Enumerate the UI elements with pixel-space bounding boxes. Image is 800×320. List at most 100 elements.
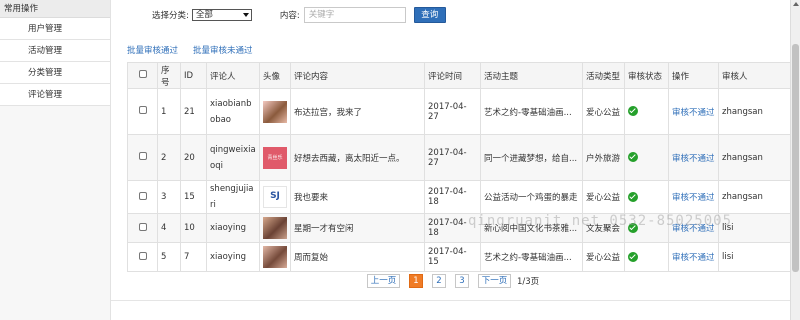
cell-no: 5 — [157, 242, 181, 272]
page-button-1[interactable]: 1 — [409, 274, 423, 288]
cell-theme: 新心阅中国文化书茶雅... — [480, 213, 583, 243]
scroll-thumb[interactable] — [792, 44, 799, 272]
cell-commenter: xiaobianbobao — [206, 88, 260, 135]
cell-commenter: xiaoying — [206, 213, 260, 243]
row-checkbox-cell — [127, 213, 158, 243]
cell-content: 周而复始 — [290, 242, 425, 272]
batch-reject-link[interactable]: 批量审核未通过 — [193, 44, 253, 56]
category-select[interactable]: 全部 — [191, 9, 252, 21]
cell-type: 文友聚会 — [582, 213, 625, 243]
avatar — [263, 217, 287, 239]
cell-action: 审核不通过 — [668, 242, 719, 272]
category-select-value: 全部 — [195, 10, 213, 20]
row-checkbox[interactable] — [138, 106, 147, 114]
vertical-scrollbar[interactable] — [790, 0, 800, 320]
row-checkbox[interactable] — [138, 191, 147, 200]
avatar: 青丝乐 — [263, 146, 287, 169]
comments-table: 序号 ID 评论人 头像 评论内容 评论时间 活动主题 活动类型 审核状态 操作… — [127, 62, 791, 272]
check-circle-icon — [628, 106, 638, 117]
table-row: 1 21 xiaobianbobao 布达拉宫，我来了 2017-04-27 艺… — [127, 88, 791, 135]
check-circle-icon — [628, 251, 638, 262]
row-checkbox[interactable] — [138, 222, 147, 231]
select-all-cell — [127, 62, 158, 89]
page-button-3[interactable]: 3 — [455, 274, 469, 288]
check-circle-icon — [628, 152, 638, 163]
cell-avatar: 青丝乐 — [259, 134, 291, 181]
cell-theme: 艺术之约-零基础油画... — [480, 88, 583, 135]
row-checkbox[interactable] — [138, 251, 147, 260]
avatar — [263, 246, 287, 268]
cell-status — [624, 180, 669, 214]
cell-id: 10 — [180, 213, 207, 243]
avatar: SJ — [263, 186, 287, 208]
prev-page-button[interactable]: 上一页 — [367, 274, 400, 288]
reject-link[interactable]: 审核不通过 — [672, 253, 715, 263]
col-header-time: 评论时间 — [424, 62, 481, 89]
page-button-2[interactable]: 2 — [432, 274, 446, 288]
cell-reviewer: zhangsan — [718, 134, 791, 181]
keyword-input[interactable] — [303, 7, 406, 23]
cell-id: 15 — [180, 180, 207, 214]
cell-no: 2 — [157, 134, 181, 181]
caret-down-icon — [242, 13, 249, 17]
cell-avatar — [259, 213, 291, 243]
commenter-name: xiaoying — [210, 252, 246, 262]
cell-status — [624, 88, 669, 135]
reject-link[interactable]: 审核不通过 — [672, 224, 715, 234]
query-button[interactable]: 查询 — [413, 7, 446, 23]
sidebar-item-categories[interactable]: 分类管理 — [0, 62, 110, 84]
sidebar-item-users[interactable]: 用户管理 — [0, 18, 110, 40]
table-row: 5 7 xiaoying 周而复始 2017-04-15 艺术之约-零基础油画.… — [127, 242, 791, 272]
commenter-name: xiaoying — [210, 223, 246, 233]
cell-id: 7 — [180, 242, 207, 272]
cell-id: 20 — [180, 134, 207, 181]
cell-type: 户外旅游 — [582, 134, 625, 181]
cell-avatar — [259, 88, 291, 135]
sidebar-item-activities[interactable]: 活动管理 — [0, 40, 110, 62]
batch-approve-link[interactable]: 批量审核通过 — [127, 44, 178, 56]
cell-commenter: xiaoying — [206, 242, 260, 272]
select-all-checkbox[interactable] — [138, 70, 147, 78]
cell-content: 好想去西藏，离太阳近一点。 — [290, 134, 425, 181]
sidebar: 常用操作 用户管理 活动管理 分类管理 评论管理 — [0, 0, 111, 320]
cell-status — [624, 213, 669, 243]
page-total: 1/3页 — [517, 277, 540, 287]
cell-time: 2017-04-18 — [424, 213, 481, 243]
cell-reviewer: lisi — [718, 242, 791, 272]
reject-link[interactable]: 审核不通过 — [672, 154, 715, 164]
next-page-button[interactable]: 下一页 — [478, 274, 511, 288]
check-circle-icon — [628, 191, 638, 202]
commenter-name: xiaobianbobao — [210, 98, 252, 125]
cell-reviewer: lisi — [718, 213, 791, 243]
cell-id: 21 — [180, 88, 207, 135]
category-label: 选择分类: — [152, 11, 189, 21]
col-header-type: 活动类型 — [582, 62, 625, 89]
commenter-name: qingweixiaoqi — [210, 144, 256, 171]
cell-commenter: qingweixiaoqi — [206, 134, 260, 181]
scroll-up-arrow-icon[interactable] — [793, 2, 799, 6]
cell-no: 4 — [157, 213, 181, 243]
cell-no: 3 — [157, 180, 181, 214]
cell-status — [624, 134, 669, 181]
cell-action: 审核不通过 — [668, 88, 719, 135]
row-checkbox[interactable] — [138, 152, 147, 160]
sidebar-item-comments[interactable]: 评论管理 — [0, 84, 110, 106]
cell-content: 布达拉宫，我来了 — [290, 88, 425, 135]
cell-avatar — [259, 242, 291, 272]
reject-link[interactable]: 审核不通过 — [672, 193, 715, 203]
table-header-row: 序号 ID 评论人 头像 评论内容 评论时间 活动主题 活动类型 审核状态 操作… — [127, 62, 791, 89]
row-checkbox-cell — [127, 134, 158, 181]
cell-status — [624, 242, 669, 272]
filter-bar: 选择分类: 全部 内容: 查询 — [152, 6, 446, 24]
cell-action: 审核不通过 — [668, 180, 719, 214]
table-row: 4 10 xiaoying 星期一才有空闲 2017-04-18 新心阅中国文化… — [127, 213, 791, 243]
row-checkbox-cell — [127, 180, 158, 214]
divider — [111, 300, 790, 301]
col-header-avatar: 头像 — [259, 62, 291, 89]
col-header-theme: 活动主题 — [480, 62, 583, 89]
cell-avatar: SJ — [259, 180, 291, 214]
cell-action: 审核不通过 — [668, 134, 719, 181]
cell-commenter: shengjujiari — [206, 180, 260, 214]
col-header-no: 序号 — [157, 62, 181, 89]
reject-link[interactable]: 审核不通过 — [672, 108, 715, 118]
